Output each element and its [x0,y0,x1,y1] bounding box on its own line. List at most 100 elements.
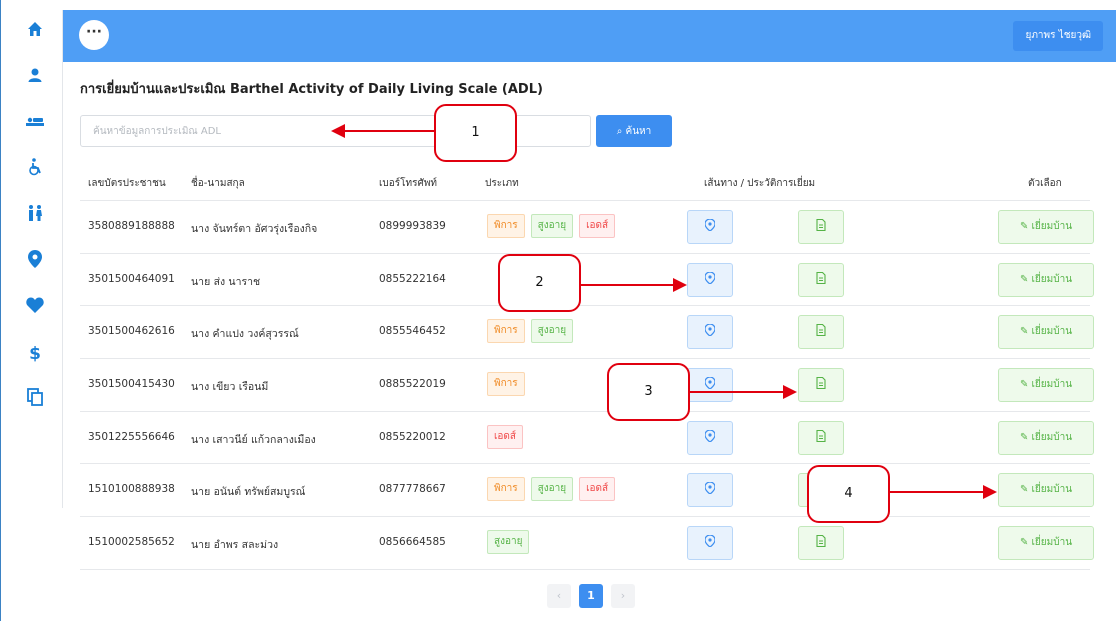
search-button[interactable]: ⌕ ค้นหา [596,115,672,147]
table-row: 3580889188888 นาง จันทร์ตา อัศวรุ่งเรืองก… [80,201,1094,254]
visit-history-button[interactable] [798,210,844,244]
table-row: 3501500464091 นาย ส่ง นาราช 0855222164 ✎ เย… [80,254,1094,307]
home-visit-label: เยี่ยมบ้าน [1031,537,1073,549]
home-visit-button[interactable]: ✎ เยี่ยมบ้าน [998,420,1094,455]
table-row: 3501500462616 นาง คำแปง วงค์สุวรรณ์ 085554… [80,306,1094,360]
header-name: ชื่อ-นามสกุล [191,178,245,189]
type-tag: เอดส์ [579,214,616,238]
map-pin-icon [704,323,716,338]
map-pin-icon [704,481,716,496]
type-tags: พิการ สูงอายุ [487,319,574,344]
header-id: เลขบัตรประชาชน [88,178,166,189]
route-map-button[interactable] [687,473,733,508]
type-tags: พิการ สูงอายุ เอดส์ [487,477,616,502]
next-page-button[interactable]: › [611,584,635,608]
type-tags: พิการ สูงอายุ เอดส์ [487,214,616,238]
type-tag: สูงอายุ [487,530,530,555]
home-visit-label: เยี่ยมบ้าน [1031,326,1073,338]
type-tag: พิการ [487,214,525,238]
type-tag: พิการ [487,372,525,397]
arrow-1 [331,124,434,138]
map-pin-icon [704,429,716,443]
type-tag: สูงอายุ [530,214,574,238]
route-map-button[interactable] [687,262,733,297]
header-phone: เบอร์โทรศัพท์ [379,178,438,189]
user-icon[interactable] [23,66,47,90]
dollar-icon[interactable]: $ [23,342,47,366]
visit-history-button[interactable] [798,368,844,403]
edit-icon: ✎ [1019,221,1032,232]
page-title: การเยี่ยมบ้านและประเมิณ Barthel Activity… [80,82,543,97]
table-row: 3501225556646 นาง เสาวนีย์ แก้วกลางเมือง 0… [80,412,1094,465]
document-icon [816,535,826,548]
route-map-button[interactable] [687,368,733,403]
search-icon: ⌕ [616,125,626,137]
document-icon [816,271,826,284]
table-row: 3501500415430 นาง เขียว เรือนมี 0885522019… [80,359,1094,412]
visit-history-button[interactable] [798,420,844,455]
map-pin-icon [704,376,716,390]
map-pin-icon [704,218,716,232]
route-map-button[interactable] [687,210,733,244]
route-map-button[interactable] [687,315,733,350]
copy-icon[interactable] [23,388,47,412]
home-visit-button[interactable]: ✎ เยี่ยมบ้าน [998,473,1094,508]
wheelchair-icon[interactable] [23,158,47,182]
home-visit-label: เยี่ยมบ้าน [1031,221,1073,232]
full-name: นาย อำพร สละม่วง [191,539,279,552]
elderly-couple-icon[interactable] [23,204,47,228]
citizen-id: 3501225556646 [88,430,175,443]
callout-2: 2 [498,254,581,312]
visit-history-button[interactable] [798,262,844,297]
home-visit-button[interactable]: ✎ เยี่ยมบ้าน [998,210,1094,244]
visit-history-button[interactable] [798,526,844,561]
phone-number: 0877778667 [379,483,446,496]
type-tag: เอดส์ [579,477,616,502]
full-name: นาง จันทร์ตา อัศวรุ่งเรืองกิจ [191,223,318,235]
top-bar: ··· ยุภาพร ไชยวุฒิ [63,10,1116,62]
map-pin-icon [704,534,716,548]
phone-number: 0855220012 [379,430,446,443]
route-map-button[interactable] [687,420,733,455]
callout-4: 4 [807,465,890,523]
citizen-id: 1510100888938 [88,483,175,496]
citizen-id: 3501500462616 [88,325,175,338]
home-visit-button[interactable]: ✎ เยี่ยมบ้าน [998,368,1094,403]
edit-icon: ✎ [1019,537,1032,549]
table-header: เลขบัตรประชาชน ชื่อ-นามสกุล เบอร์โทรศัพท… [80,163,1090,201]
full-name: นาง เขียว เรือนมี [191,381,269,394]
table-body: 3580889188888 นาง จันทร์ตา อัศวรุ่งเรืองก… [80,201,1094,570]
phone-number: 0856664585 [379,536,446,549]
home-visit-button[interactable]: ✎ เยี่ยมบ้าน [998,315,1094,350]
bed-icon[interactable] [23,112,47,136]
visit-history-button[interactable] [798,315,844,350]
prev-page-button[interactable]: ‹ [547,584,571,608]
full-name: นาง คำแปง วงค์สุวรรณ์ [191,328,299,341]
citizen-id: 3501500415430 [88,378,175,391]
citizen-id: 3501500464091 [88,272,175,285]
type-tags: สูงอายุ [487,530,530,555]
type-tag: พิการ [487,477,525,502]
type-tags: เอดส์ [487,424,524,449]
heart-icon[interactable] [23,296,47,320]
table-row: 1510002585652 นาย อำพร สละม่วง 0856664585 ส… [80,517,1094,570]
home-visit-label: เยี่ยมบ้าน [1031,273,1073,285]
type-tag: พิการ [487,319,525,344]
document-icon [816,429,826,442]
map-pin-icon[interactable] [23,250,47,274]
document-icon [816,377,826,390]
current-page[interactable]: 1 [579,584,603,608]
phone-number: 0899993839 [379,220,446,232]
route-map-button[interactable] [687,526,733,561]
pagination: ‹ 1 › [547,584,635,608]
home-visit-button[interactable]: ✎ เยี่ยมบ้าน [998,262,1094,297]
arrow-4 [890,485,997,499]
citizen-id: 1510002585652 [88,536,175,549]
more-menu-button[interactable]: ··· [79,20,109,50]
user-name-button[interactable]: ยุภาพร ไชยวุฒิ [1013,21,1103,51]
home-visit-button[interactable]: ✎ เยี่ยมบ้าน [998,526,1094,561]
citizen-id: 3580889188888 [88,220,175,232]
home-icon[interactable] [23,20,47,44]
type-tag: สูงอายุ [530,477,574,502]
home-visit-label: เยี่ยมบ้าน [1031,431,1073,443]
